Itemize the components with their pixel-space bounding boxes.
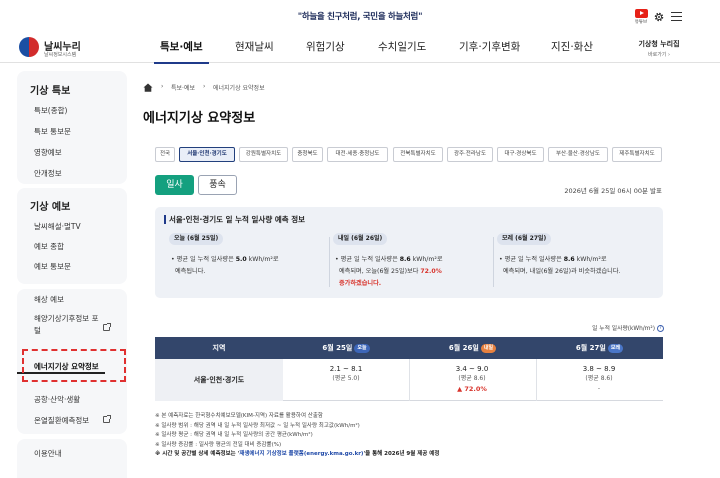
menu-icon[interactable] bbox=[671, 12, 682, 21]
day-badge: 오늘 (6월 25일) bbox=[169, 233, 224, 245]
site-logo[interactable]: 날씨누리 날씨정보시스템 bbox=[19, 36, 99, 60]
column-header: 6월 25일 오늘 bbox=[283, 337, 409, 359]
tab-solar[interactable]: 일사 bbox=[155, 175, 194, 195]
divider bbox=[493, 237, 494, 287]
portal-title: 기상청 누리집 bbox=[638, 40, 680, 48]
sidebar-item[interactable]: 영향예보 bbox=[34, 147, 62, 158]
help-icon[interactable]: ? bbox=[657, 325, 664, 332]
table-header: 지역 6월 25일 오늘 6월 26일 내일 6월 27일 모레 bbox=[155, 337, 663, 359]
table-cell: 3.4 ~ 9.0 (평균 8.6) ▲ 72.0% bbox=[455, 365, 489, 393]
forecast-today: 오늘 (6월 25일) • 평균 일 누적 일사량은 5.0 kWh/m²로 예… bbox=[169, 233, 321, 293]
energy-platform-link[interactable]: 재생에너지 기상정보 플랫폼(energy.kma.go.kr) bbox=[239, 451, 363, 457]
note-line: ※ 시간 및 공간별 상세 예측정보는 '재생에너지 기상정보 플랫폼(ener… bbox=[155, 451, 440, 458]
forecast-tomorrow: 내일 (6월 26일) • 평균 일 누적 일사량은 8.6 kWh/m²로 예… bbox=[333, 233, 485, 293]
kma-emblem-icon bbox=[19, 37, 39, 57]
nav-climate[interactable]: 기후·기후변화 bbox=[459, 32, 520, 63]
sidebar-item[interactable]: 특보 통보문 bbox=[34, 126, 71, 137]
region-button[interactable]: 대전·세종·충청남도 bbox=[327, 147, 388, 162]
region-button[interactable]: 충청북도 bbox=[292, 147, 323, 162]
region-button[interactable]: 강원특별자치도 bbox=[239, 147, 288, 162]
home-icon[interactable] bbox=[143, 83, 153, 92]
sidebar-group-forecast: 기상 예보 날씨해설·멀TV 예보 종합 예보 통보문 bbox=[17, 188, 127, 284]
youtube-link[interactable]: 유튜브 bbox=[633, 9, 649, 27]
note-line: ※ 일사량 증감률 : 일사량 평균의 전일 대비 증감률(%) bbox=[155, 441, 282, 448]
sidebar-group-warning: 기상 특보 특보(종합) 특보 통보문 영향예보 안개정보 bbox=[17, 71, 127, 184]
day-text: • 평균 일 누적 일사량은 8.6 kWh/m²로 예측되며, 내일(6월 2… bbox=[499, 256, 621, 275]
table-unit: 일 누적 일사량(kWh/m²)? bbox=[500, 323, 664, 332]
sidebar-item[interactable]: 안개정보 bbox=[34, 168, 62, 179]
divider bbox=[329, 237, 330, 287]
forecast-title: 서울·인천·경기도 일 누적 일사량 예측 정보 bbox=[163, 215, 306, 224]
issued-time: 2026년 6월 25일 06시 00분 발표 bbox=[564, 187, 662, 195]
region-button[interactable]: 제주특별자치도 bbox=[612, 147, 662, 162]
day-text: • 평균 일 누적 일사량은 5.0 kWh/m²로 예측됩니다. bbox=[171, 256, 279, 275]
youtube-label: 유튜브 bbox=[634, 20, 648, 25]
sidebar-item[interactable]: 날씨해설·멀TV bbox=[34, 221, 81, 232]
column-header: 6월 27일 모레 bbox=[536, 337, 663, 359]
table-cell: 2.1 ~ 8.1 (평균 5.0) bbox=[329, 365, 363, 382]
sidebar-item[interactable]: 이용안내 bbox=[34, 448, 62, 459]
slogan: "하늘을 친구처럼, 국민을 하늘처럼" bbox=[297, 12, 423, 22]
sidebar-heading: 기상 예보 bbox=[30, 202, 71, 213]
notes: ※ 본 예측자료는 한국형수치예보모델(KIM-지역) 자료를 활용하여 산출함… bbox=[155, 412, 665, 460]
sidebar-item[interactable]: 온열질환예측정보 bbox=[34, 415, 89, 426]
region-button[interactable]: 부산·울산·경상남도 bbox=[548, 147, 608, 162]
region-button[interactable]: 대구·경상북도 bbox=[497, 147, 544, 162]
breadcrumb-item[interactable]: 특보·예보 bbox=[171, 83, 195, 95]
tab-wind[interactable]: 풍속 bbox=[198, 175, 237, 195]
sidebar-item[interactable]: 해상 예보 bbox=[34, 294, 64, 305]
main-nav: 날씨누리 날씨정보시스템 특보·예보 현재날씨 위험기상 수치일기도 기후·기후… bbox=[0, 32, 720, 64]
portal-sub: 바로가기 › bbox=[648, 52, 670, 58]
nav-forecast[interactable]: 특보·예보 bbox=[154, 32, 209, 64]
sidebar-item[interactable]: 특보(종합) bbox=[34, 105, 67, 116]
nav-hazard-weather[interactable]: 위험기상 bbox=[306, 32, 345, 63]
note-line: ※ 일사량 범위 : 해당 권역 내 일 누적 일사량 최저값 ~ 일 누적 일… bbox=[155, 422, 360, 429]
external-link-icon bbox=[103, 323, 111, 331]
row-region: 서울·인천·경기도 bbox=[155, 359, 283, 401]
column-header: 6월 26일 내일 bbox=[409, 337, 536, 359]
sidebar-item[interactable]: 예보 통보문 bbox=[34, 261, 71, 272]
region-button[interactable]: 전북특별자치도 bbox=[393, 147, 443, 162]
kma-portal-link[interactable]: 기상청 누리집 바로가기 › bbox=[628, 39, 690, 58]
nav-earthquake[interactable]: 지진·화산 bbox=[551, 32, 593, 63]
breadcrumb-item-current: 에너지기상 요약정보 bbox=[213, 85, 265, 92]
sidebar-item[interactable]: 해양기상기후정보 포털 bbox=[34, 313, 104, 337]
note-line: ※ 본 예측자료는 한국형수치예보모델(KIM-지역) 자료를 활용하여 산출함 bbox=[155, 413, 323, 419]
top-bar: "하늘을 친구처럼, 국민을 하늘처럼" 유튜브 bbox=[0, 0, 720, 32]
breadcrumb-sep: › bbox=[161, 83, 164, 90]
day-badge: 내일 (6월 26일) bbox=[333, 233, 388, 245]
day-text: • 평균 일 누적 일사량은 8.6 kWh/m²로 예측되며, 오늘(6월 2… bbox=[335, 256, 443, 287]
nav-weather-chart[interactable]: 수치일기도 bbox=[378, 32, 426, 63]
sidebar-item[interactable]: 예보 종합 bbox=[34, 241, 64, 252]
sidebar: 기상 특보 특보(종합) 특보 통보문 영향예보 안개정보 기상 예보 날씨해설… bbox=[17, 71, 127, 478]
nav-current-weather[interactable]: 현재날씨 bbox=[235, 32, 274, 63]
region-button-selected[interactable]: 서울·인천·경기도 bbox=[179, 147, 235, 162]
forecast-day-after: 모레 (6월 27일) • 평균 일 누적 일사량은 8.6 kWh/m²로 예… bbox=[497, 233, 649, 293]
highlight-box bbox=[22, 349, 126, 382]
day-badge: 모레 (6월 27일) bbox=[497, 233, 552, 245]
gear-icon[interactable] bbox=[653, 11, 665, 23]
note-line: ※ 일사량 평균 : 해당 권역 내 일 누적 일사량의 공간 평균(kWh/m… bbox=[155, 432, 313, 439]
region-button[interactable]: 전국 bbox=[155, 147, 175, 162]
logo-subtitle: 날씨정보시스템 bbox=[44, 52, 77, 58]
sidebar-group-info: 이용안내 bbox=[17, 439, 127, 478]
unit-label: 일 누적 일사량(kWh/m²) bbox=[592, 326, 655, 332]
sidebar-heading: 기상 특보 bbox=[30, 86, 71, 97]
page-title: 에너지기상 요약정보 bbox=[143, 111, 256, 126]
divider bbox=[409, 359, 410, 401]
youtube-icon bbox=[634, 9, 648, 18]
breadcrumb-sep: › bbox=[203, 83, 206, 90]
forecast-summary: 서울·인천·경기도 일 누적 일사량 예측 정보 오늘 (6월 25일) • 평… bbox=[155, 207, 663, 298]
external-link-icon bbox=[103, 415, 111, 423]
column-header: 지역 bbox=[212, 344, 226, 352]
sidebar-item[interactable]: 공항·산악·생활 bbox=[34, 394, 80, 405]
region-button[interactable]: 광주·전라남도 bbox=[447, 147, 493, 162]
divider bbox=[536, 359, 537, 401]
table-cell: 3.8 ~ 8.9 (평균 8.6) - bbox=[582, 365, 616, 392]
